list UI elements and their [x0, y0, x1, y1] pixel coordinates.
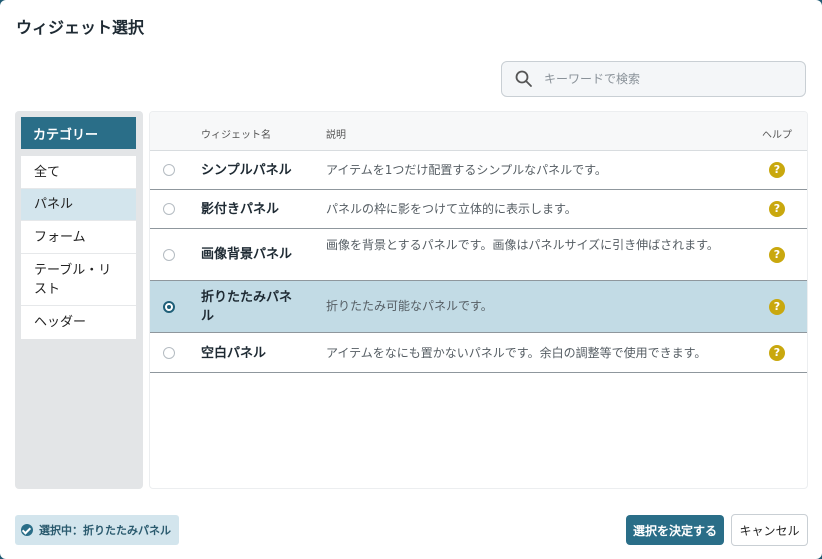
category-item-table-list[interactable]: テーブル・リスト: [21, 254, 136, 306]
table-row[interactable]: 影付きパネル パネルの枠に影をつけて立体的に表示します。 ?: [150, 190, 807, 229]
dialog-title: ウィジェット選択: [16, 18, 145, 37]
help-icon[interactable]: ?: [769, 299, 785, 315]
table-row[interactable]: 空白パネル アイテムをなにも置かないパネルです。余白の調整等で使用できます。 ?: [150, 333, 807, 373]
category-list: 全て パネル フォーム テーブル・リスト ヘッダー: [21, 156, 136, 339]
selected-status-badge: 選択中：折りたたみパネル: [15, 515, 179, 545]
category-item-label: フォーム: [34, 229, 86, 245]
category-item-all[interactable]: 全て: [21, 156, 136, 189]
column-header-description: 説明: [326, 130, 346, 141]
widget-name: 折りたたみパネル: [201, 290, 293, 324]
search-icon: [515, 70, 532, 87]
selected-status-text: 選択中：折りたたみパネル: [39, 524, 171, 537]
help-icon[interactable]: ?: [769, 201, 785, 217]
table-row[interactable]: シンプルパネル アイテムを1つだけ配置するシンプルなパネルです。 ?: [150, 151, 807, 190]
widget-select-dialog: ウィジェット選択 カテゴリー 全て パネル フォーム テーブル・リスト ヘッダー: [0, 0, 822, 559]
category-item-label: ヘッダー: [34, 315, 87, 330]
row-radio[interactable]: [163, 203, 175, 215]
widget-description: 画像を背景とするパネルです。画像はパネルサイズに引き伸ばされます。: [326, 238, 719, 252]
widget-description: アイテムをなにも置かないパネルです。余白の調整等で使用できます。: [326, 346, 707, 360]
widget-table: ウィジェット名 説明 ヘルプ シンプルパネル アイテムを1つだけ配置するシンプル…: [149, 111, 808, 489]
help-icon[interactable]: ?: [769, 345, 785, 361]
widget-name: 影付きパネル: [201, 202, 280, 217]
category-header: カテゴリー: [21, 117, 136, 149]
widget-description: アイテムを1つだけ配置するシンプルなパネルです。: [326, 163, 607, 177]
row-radio[interactable]: [163, 347, 175, 359]
category-panel: カテゴリー 全て パネル フォーム テーブル・リスト ヘッダー: [15, 111, 143, 489]
category-item-label: パネル: [34, 197, 74, 212]
help-icon[interactable]: ?: [769, 247, 785, 263]
column-header-help: ヘルプ: [762, 130, 792, 141]
category-item-panel[interactable]: パネル: [21, 189, 136, 221]
category-item-label: テーブル・リスト: [34, 262, 112, 297]
widget-name: 画像背景パネル: [201, 247, 293, 262]
check-circle-icon: [21, 524, 33, 536]
table-header: ウィジェット名 説明 ヘルプ: [150, 112, 807, 151]
table-row-selected[interactable]: 折りたたみパネル 折りたたみ可能なパネルです。 ?: [150, 281, 807, 333]
widget-name: 空白パネル: [201, 346, 267, 361]
category-item-form[interactable]: フォーム: [21, 221, 136, 254]
cancel-button[interactable]: キャンセル: [731, 514, 808, 546]
row-radio[interactable]: [163, 249, 175, 261]
widget-description: 折りたたみ可能なパネルです。: [326, 299, 493, 313]
table-row[interactable]: 画像背景パネル 画像を背景とするパネルです。画像はパネルサイズに引き伸ばされます…: [150, 229, 807, 281]
widget-description: パネルの枠に影をつけて立体的に表示します。: [326, 202, 577, 216]
search-input[interactable]: [542, 71, 796, 87]
confirm-selection-button[interactable]: 選択を決定する: [626, 515, 724, 545]
category-item-label: 全て: [34, 164, 61, 180]
row-radio[interactable]: [163, 164, 175, 176]
widget-name: シンプルパネル: [201, 163, 292, 178]
search-box[interactable]: [501, 61, 806, 97]
column-header-name: ウィジェット名: [201, 130, 271, 141]
row-radio-checked[interactable]: [163, 301, 175, 313]
help-icon[interactable]: ?: [769, 162, 785, 178]
category-item-header[interactable]: ヘッダー: [21, 306, 136, 339]
